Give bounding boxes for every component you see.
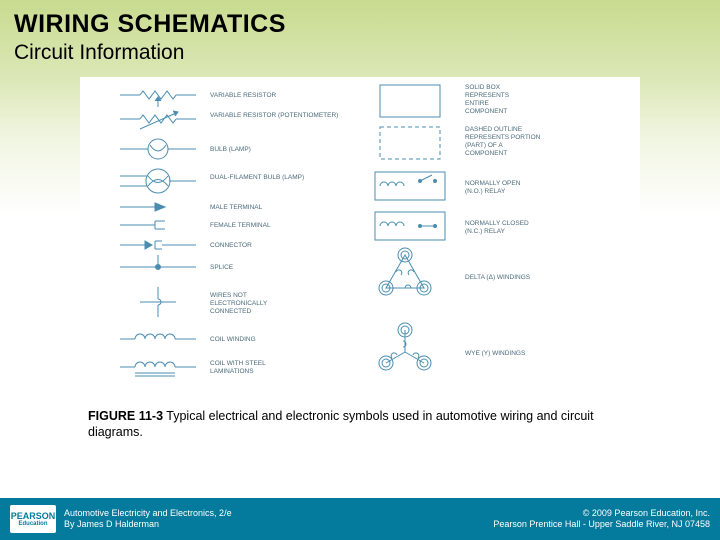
label-delta: DELTA (Δ) WINDINGS [465,274,531,281]
label-pot: VARIABLE RESISTOR (POTENTIOMETER) [210,112,338,119]
svg-text:DUAL-FILAMENT BULB (LAMP): DUAL-FILAMENT BULB (LAMP) [210,174,304,181]
label-connector: CONNECTOR [210,242,252,249]
svg-text:NORMALLY CLOSED(N.C.) RELAY: NORMALLY CLOSED(N.C.) RELAY [465,220,529,235]
svg-text:SOLID BOXREPRESENTSENTIRECOMPO: SOLID BOXREPRESENTSENTIRECOMPONENT [465,84,510,115]
footer-book-info: Automotive Electricity and Electronics, … [64,508,232,530]
pearson-logo-icon: PEARSON Education [10,505,56,533]
book-title: Automotive Electricity and Electronics, … [64,508,232,519]
publisher-line: Pearson Prentice Hall - Upper Saddle Riv… [493,519,710,530]
label-var-resistor: VARIABLE RESISTOR [210,92,277,99]
svg-text:COIL WITH STEELLAMINATIONS: COIL WITH STEELLAMINATIONS [210,360,266,375]
label-wye: WYE (Y) WINDINGS [465,350,526,357]
footer-copyright: © 2009 Pearson Education, Inc. Pearson P… [493,508,710,530]
figure-number: FIGURE 11-3 [88,409,163,423]
svg-text:WIRES NOTELECTRONICALLYCONNECT: WIRES NOTELECTRONICALLYCONNECTED [210,292,268,315]
slide-subtitle: Circuit Information [14,41,706,65]
slide-header: WIRING SCHEMATICS Circuit Information [0,0,720,69]
label-splice: SPLICE [210,264,234,271]
schematic-symbols-diagram: VARIABLE RESISTOR VARIABLE RESISTOR (POT… [80,77,640,402]
slide-footer: PEARSON Education Automotive Electricity… [0,498,720,540]
diagram-panel: VARIABLE RESISTOR VARIABLE RESISTOR (POT… [80,77,640,402]
figure-caption: FIGURE 11-3 Typical electrical and elect… [88,408,648,441]
copyright-line: © 2009 Pearson Education, Inc. [493,508,710,519]
svg-text:DASHED OUTLINEREPRESENTS PORTI: DASHED OUTLINEREPRESENTS PORTION(PART) O… [465,126,541,157]
slide-title: WIRING SCHEMATICS [14,10,706,39]
label-bulb: BULB (LAMP) [210,146,251,153]
label-male: MALE TERMINAL [210,204,263,211]
label-female: FEMALE TERMINAL [210,222,271,229]
label-coil: COIL WINDING [210,336,256,343]
svg-text:NORMALLY OPEN(N.O.) RELAY: NORMALLY OPEN(N.O.) RELAY [465,180,521,195]
figure-caption-text: Typical electrical and electronic symbol… [88,409,594,439]
book-author: By James D Halderman [64,519,232,530]
